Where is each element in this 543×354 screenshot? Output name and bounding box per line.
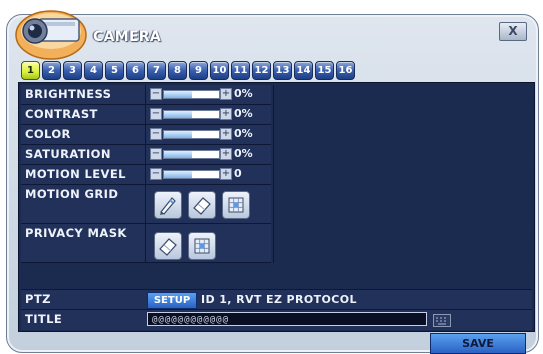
color-fill <box>164 131 192 138</box>
motion-level-row: MOTION LEVEL − + 0 <box>21 165 271 185</box>
color-label: COLOR <box>25 127 71 141</box>
contrast-label: CONTRAST <box>25 107 98 121</box>
color-track[interactable] <box>163 130 220 139</box>
tab-camera-11[interactable]: 11 <box>231 61 250 80</box>
motion-grid-label: MOTION GRID <box>25 187 119 201</box>
brightness-decrease-button[interactable]: − <box>150 88 162 100</box>
contrast-slider[interactable]: − + <box>150 108 232 120</box>
contrast-value: 0% <box>234 107 253 120</box>
keyboard-icon[interactable] <box>433 314 451 327</box>
privacy-mask-control <box>145 224 272 262</box>
title-label: TITLE <box>25 312 63 326</box>
tab-camera-14[interactable]: 14 <box>294 61 313 80</box>
motion-level-increase-button[interactable]: + <box>220 168 232 180</box>
contrast-track[interactable] <box>163 110 220 119</box>
motion-grid-draw-button[interactable] <box>154 191 182 219</box>
color-value: 0% <box>234 127 253 140</box>
title-bar: CAMERA X <box>7 10 538 60</box>
brightness-control: − + 0% <box>145 85 272 104</box>
motion-grid-erase-button[interactable] <box>188 191 216 219</box>
color-row: COLOR − + 0% <box>21 125 271 145</box>
contrast-row: CONTRAST − + 0% <box>21 105 271 125</box>
ptz-info: ID 1, RVT EZ PROTOCOL <box>201 293 357 306</box>
motion-grid-select-all-button[interactable] <box>222 191 250 219</box>
ptz-row: PTZ SETUP ID 1, RVT EZ PROTOCOL <box>21 289 532 309</box>
contrast-fill <box>164 111 192 118</box>
tab-camera-15[interactable]: 15 <box>315 61 334 80</box>
ptz-label: PTZ <box>25 292 51 306</box>
contrast-control: − + 0% <box>145 105 272 124</box>
save-button[interactable]: SAVE <box>430 333 526 354</box>
color-control: − + 0% <box>145 125 272 144</box>
window-title: CAMERA <box>93 29 162 45</box>
privacy-mask-erase-button[interactable] <box>154 232 182 260</box>
tab-camera-13[interactable]: 13 <box>273 61 292 80</box>
privacy-mask-row: PRIVACY MASK <box>21 224 271 263</box>
saturation-slider[interactable]: − + <box>150 148 232 160</box>
camera-setup-window: CAMERA X 1 2 3 4 5 6 7 8 9 10 11 12 13 1… <box>6 10 539 354</box>
brightness-fill <box>164 91 192 98</box>
brightness-track[interactable] <box>163 90 220 99</box>
grid-select-icon <box>194 238 210 254</box>
title-input[interactable]: @@@@@@@@@@@@ <box>147 312 427 326</box>
saturation-label: SATURATION <box>25 147 111 161</box>
close-button[interactable]: X <box>499 22 527 41</box>
tab-camera-4[interactable]: 4 <box>84 61 103 80</box>
tab-camera-9[interactable]: 9 <box>189 61 208 80</box>
motion-grid-control <box>145 185 272 223</box>
motion-level-slider[interactable]: − + <box>150 168 232 180</box>
tab-camera-3[interactable]: 3 <box>63 61 82 80</box>
ptz-setup-button[interactable]: SETUP <box>147 292 197 309</box>
motion-level-label: MOTION LEVEL <box>25 167 126 181</box>
motion-grid-row: MOTION GRID <box>21 185 271 224</box>
motion-level-control: − + 0 <box>145 165 272 184</box>
tab-camera-5[interactable]: 5 <box>105 61 124 80</box>
pencil-icon <box>160 197 176 215</box>
tab-camera-10[interactable]: 10 <box>210 61 229 80</box>
tab-camera-1[interactable]: 1 <box>21 61 40 80</box>
preview-area <box>273 85 532 263</box>
motion-level-value: 0 <box>234 167 242 180</box>
motion-level-track[interactable] <box>163 170 220 179</box>
eraser-icon <box>193 197 211 215</box>
contrast-increase-button[interactable]: + <box>220 108 232 120</box>
tab-camera-2[interactable]: 2 <box>42 61 61 80</box>
brightness-row: BRIGHTNESS − + 0% <box>21 85 271 105</box>
color-increase-button[interactable]: + <box>220 128 232 140</box>
color-decrease-button[interactable]: − <box>150 128 162 140</box>
eraser-icon <box>159 238 177 256</box>
saturation-decrease-button[interactable]: − <box>150 148 162 160</box>
privacy-mask-label: PRIVACY MASK <box>25 226 127 240</box>
saturation-row: SATURATION − + 0% <box>21 145 271 165</box>
tab-camera-6[interactable]: 6 <box>126 61 145 80</box>
grid-select-icon <box>228 197 244 213</box>
saturation-fill <box>164 151 192 158</box>
saturation-value: 0% <box>234 147 253 160</box>
brightness-value: 0% <box>234 87 253 100</box>
saturation-control: − + 0% <box>145 145 272 164</box>
brightness-slider[interactable]: − + <box>150 88 232 100</box>
tab-camera-12[interactable]: 12 <box>252 61 271 80</box>
saturation-increase-button[interactable]: + <box>220 148 232 160</box>
motion-level-decrease-button[interactable]: − <box>150 168 162 180</box>
brightness-label: BRIGHTNESS <box>25 87 112 101</box>
privacy-mask-select-button[interactable] <box>188 232 216 260</box>
motion-level-fill <box>164 171 192 178</box>
color-slider[interactable]: − + <box>150 128 232 140</box>
settings-panel: BRIGHTNESS − + 0% CONTRAST − + 0% COLOR … <box>18 82 535 332</box>
brightness-increase-button[interactable]: + <box>220 88 232 100</box>
tab-camera-7[interactable]: 7 <box>147 61 166 80</box>
title-row: TITLE @@@@@@@@@@@@ <box>21 309 532 330</box>
contrast-decrease-button[interactable]: − <box>150 108 162 120</box>
tab-camera-8[interactable]: 8 <box>168 61 187 80</box>
camera-icon <box>15 10 87 60</box>
tab-camera-16[interactable]: 16 <box>336 61 355 80</box>
saturation-track[interactable] <box>163 150 220 159</box>
